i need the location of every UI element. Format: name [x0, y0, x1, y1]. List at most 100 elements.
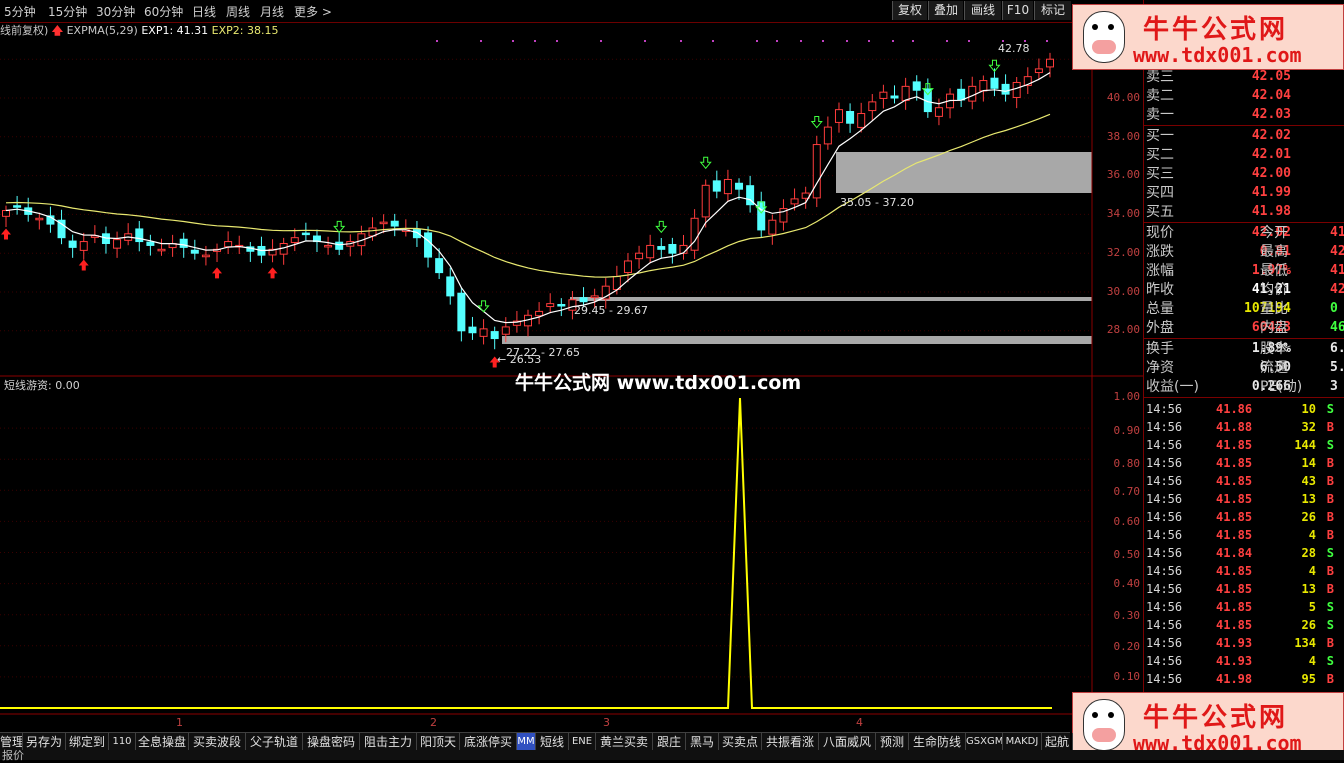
tick-price: 41.85: [1216, 618, 1253, 632]
indicator-tab[interactable]: 买卖点: [719, 733, 762, 751]
indicator-tab[interactable]: MAKDJ: [1003, 733, 1042, 751]
marker-dot: [946, 40, 948, 42]
indicator-tab[interactable]: 底涨停买: [460, 733, 517, 751]
lower-tick: 0.50: [1113, 548, 1141, 561]
indicator-tab[interactable]: 预测: [876, 733, 909, 751]
tick-time: 14:56: [1146, 672, 1183, 686]
candle-body: [68, 240, 77, 248]
tick-price: 41.85: [1216, 510, 1253, 524]
candle-body: [424, 232, 433, 258]
indicator-tab[interactable]: 短线: [536, 733, 569, 751]
tick-row: 14:56 41.88 32 B: [1146, 418, 1344, 436]
candle-body: [657, 246, 666, 250]
tick-side: B: [1326, 420, 1334, 434]
info-row: 换手 1.89% 股本 6.8: [1146, 340, 1344, 358]
candle-body: [146, 241, 155, 246]
ask-row-2: 卖二 42.04: [1146, 87, 1344, 105]
tick-time: 14:56: [1146, 438, 1183, 452]
candle-body: [879, 91, 888, 99]
high-price-label: 42.78: [998, 42, 1030, 55]
indicator-tab[interactable]: 父子轨道: [246, 733, 303, 751]
indicator-tab[interactable]: 买卖波段: [189, 733, 246, 751]
tick-price: 41.85: [1216, 474, 1253, 488]
tick-price: 41.86: [1216, 402, 1253, 416]
lower-tick: 0.80: [1113, 457, 1141, 470]
candle-body: [834, 109, 843, 123]
candle-body: [479, 328, 488, 337]
candle-body: [868, 101, 877, 112]
lower-tick: 0.40: [1113, 577, 1141, 590]
indicator-tab[interactable]: 另存为: [23, 733, 66, 751]
bid-price: 41.99: [1251, 185, 1291, 200]
bid-price: 42.01: [1251, 147, 1291, 162]
indicator-tab[interactable]: 共振看涨: [762, 733, 819, 751]
candle-body: [324, 244, 333, 248]
status-bar: 报价: [0, 749, 1344, 762]
time-mark: 3: [603, 716, 610, 729]
ask-price: 42.05: [1251, 69, 1291, 84]
marker-dot: [556, 40, 558, 42]
indicator-tab[interactable]: 110: [109, 733, 136, 751]
indicator-tab[interactable]: 起航: [1042, 733, 1073, 751]
marker-dot: [776, 40, 778, 42]
candle-body: [790, 198, 799, 205]
indicator-tab[interactable]: 跟庄: [653, 733, 686, 751]
candle-body: [335, 241, 344, 250]
indicator-tab[interactable]: MM: [517, 733, 536, 751]
tick-side: B: [1326, 672, 1334, 686]
indicator-tab[interactable]: GSXGM: [966, 733, 1003, 751]
tick-volume: 144: [1294, 438, 1316, 452]
lower-tick: 0.60: [1113, 515, 1141, 528]
candle-body: [712, 180, 721, 192]
tick-side: S: [1326, 438, 1334, 452]
candle-body: [912, 81, 921, 91]
kline-chart[interactable]: [0, 0, 1143, 732]
indicator-tab[interactable]: 八面威风: [819, 733, 876, 751]
divider: [1144, 397, 1344, 398]
info-value: 5.6: [1330, 360, 1344, 375]
ask-row-3: 卖三 42.05: [1146, 68, 1344, 86]
sell-arrow-icon: [699, 156, 712, 170]
stat-value: 42: [1330, 282, 1344, 297]
stat-label: 外盘: [1146, 320, 1174, 336]
tick-volume: 32: [1301, 420, 1316, 434]
stat-label: 昨收: [1146, 282, 1174, 298]
indicator-tab[interactable]: 操盘密码: [303, 733, 360, 751]
tick-side: S: [1326, 654, 1334, 668]
info-row: 净资 6.50 流通 5.6: [1146, 359, 1344, 377]
stat-label: 总量: [1146, 301, 1174, 317]
buy-arrow-icon: [78, 259, 89, 271]
candle-body: [201, 254, 210, 258]
candle-body: [579, 297, 588, 303]
indicator-tab[interactable]: 黄兰买卖: [596, 733, 653, 751]
tick-time: 14:56: [1146, 420, 1183, 434]
candle-body: [35, 217, 44, 221]
tick-volume: 10: [1301, 402, 1316, 416]
tick-time: 14:56: [1146, 546, 1183, 560]
info-value: 6.8: [1330, 341, 1344, 356]
indicator-tab[interactable]: ENE: [569, 733, 596, 751]
indicator-tab[interactable]: 生命防线: [909, 733, 966, 751]
price-tick: 28.00: [1106, 323, 1140, 336]
candle-body: [490, 331, 499, 340]
lower-tick: 0.90: [1113, 424, 1141, 437]
bid-label: 买二: [1146, 147, 1174, 163]
tick-volume: 13: [1301, 582, 1316, 596]
indicator-tab[interactable]: 黑马: [686, 733, 719, 751]
indicator-tab[interactable]: 阳顶天: [417, 733, 460, 751]
candle-body: [13, 205, 22, 208]
tick-price: 41.85: [1216, 600, 1253, 614]
price-tick: 34.00: [1106, 207, 1140, 220]
candle-body: [501, 326, 510, 335]
indicator-tab[interactable]: 绑定到: [66, 733, 109, 751]
candle-body: [901, 85, 910, 101]
tick-row: 14:56 41.93 4 S: [1146, 652, 1344, 670]
stat-row: 总量 107194 量比 0: [1146, 300, 1344, 318]
candle-body: [890, 95, 899, 99]
indicator-tab[interactable]: 全息操盘: [136, 733, 189, 751]
indicator-tab[interactable]: 阻击主力: [360, 733, 417, 751]
candle-body: [179, 238, 188, 248]
stat-value: 467: [1330, 320, 1344, 335]
lower-tick: 0.30: [1113, 609, 1141, 622]
candle-body: [823, 126, 832, 145]
